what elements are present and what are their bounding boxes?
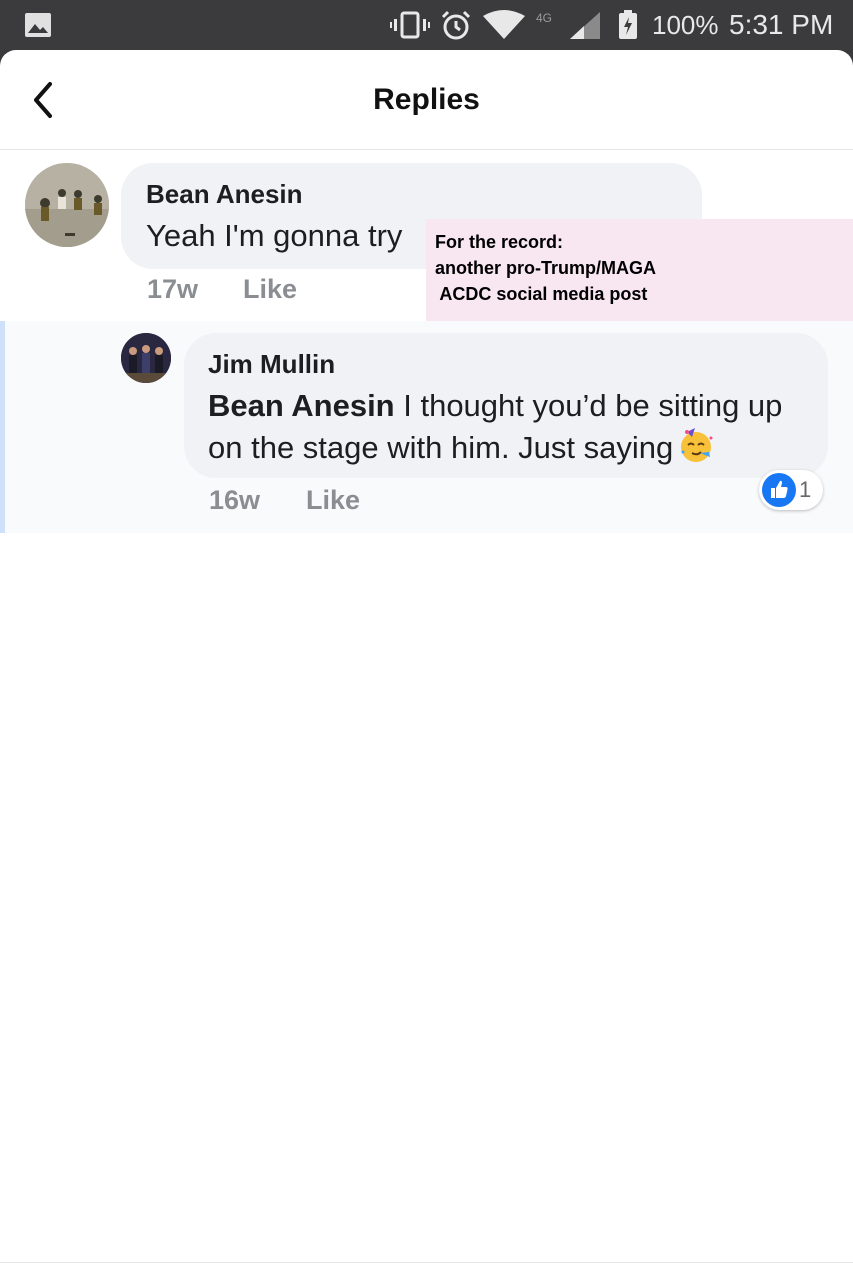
thumbs-up-icon <box>762 473 796 507</box>
partying-face-emoji <box>681 428 713 462</box>
reply-timestamp[interactable]: 16w <box>209 484 260 516</box>
wifi-icon <box>483 10 525 39</box>
svg-text:4G: 4G <box>536 11 552 25</box>
avatar[interactable] <box>121 333 171 383</box>
mention-link[interactable]: Bean Anesin <box>208 388 395 423</box>
status-bar: 4G 100% 5:31 PM <box>0 0 853 50</box>
avatar[interactable] <box>25 163 109 247</box>
annotation-line: another pro-Trump/MAGA <box>435 258 656 278</box>
like-button[interactable]: Like <box>243 273 297 305</box>
annotation-line: For the record: <box>435 232 564 252</box>
comment-author[interactable]: Bean Anesin <box>146 178 303 210</box>
divider <box>0 1262 853 1263</box>
comment-timestamp[interactable]: 17w <box>147 273 198 305</box>
replies-sheet: Replies Bean Anesin Yeah I'm gonna try 1… <box>0 50 853 1280</box>
battery-icon <box>619 10 637 39</box>
reply-text: Bean Anesin I thought you’d be sitting u… <box>208 386 808 468</box>
page-title: Replies <box>373 83 480 116</box>
annotation-line: ACDC social media post <box>435 284 648 304</box>
comment-text: Yeah I'm gonna try <box>146 218 403 253</box>
header: Replies <box>0 50 853 150</box>
reply-indicator-bar <box>0 321 5 533</box>
gallery-icon <box>25 13 51 37</box>
clock: 5:31 PM <box>729 9 834 40</box>
reaction-count: 1 <box>799 477 812 502</box>
reaction-badge[interactable]: 1 <box>759 470 823 510</box>
reply-author[interactable]: Jim Mullin <box>208 348 335 380</box>
like-button[interactable]: Like <box>306 484 360 516</box>
battery-percentage: 100% <box>652 10 719 40</box>
alarm-icon <box>441 10 471 40</box>
annotation-note: For the record: another pro-Trump/MAGA A… <box>426 219 853 321</box>
vibrate-icon <box>390 11 430 39</box>
signal-icon: 4G <box>536 11 600 39</box>
